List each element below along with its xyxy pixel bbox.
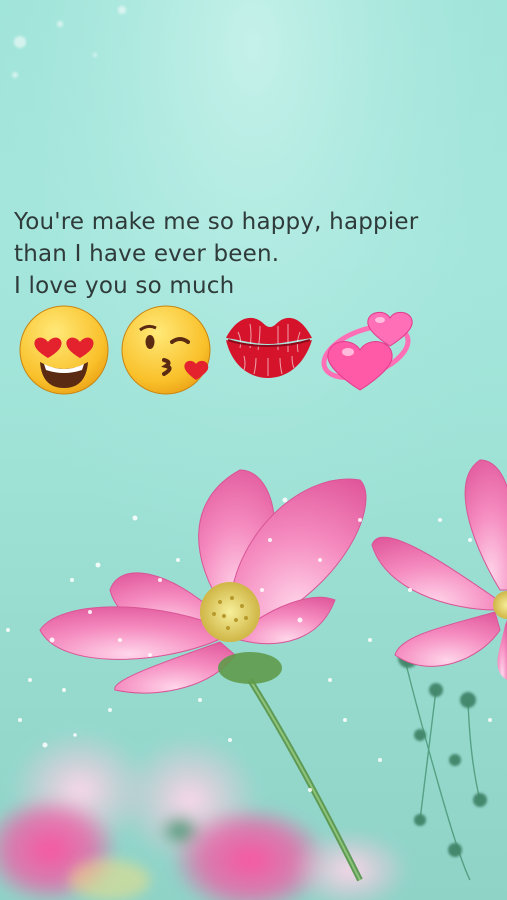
revolving-hearts-icon xyxy=(321,311,413,391)
love-message: You're make me so happy, happier than I … xyxy=(14,206,484,302)
face-blowing-a-kiss-icon xyxy=(121,305,211,395)
message-line-3: I love you so much xyxy=(14,273,235,299)
flower-background xyxy=(0,0,507,900)
wallpaper-screen: You're make me so happy, happier than I … xyxy=(0,0,507,900)
message-line-1: You're make me so happy, happier xyxy=(14,209,419,235)
emoji-row xyxy=(18,304,418,400)
smiling-face-with-heart-eyes-icon xyxy=(19,305,109,395)
kiss-mark-icon xyxy=(226,317,312,378)
message-line-2: than I have ever been. xyxy=(14,241,280,267)
